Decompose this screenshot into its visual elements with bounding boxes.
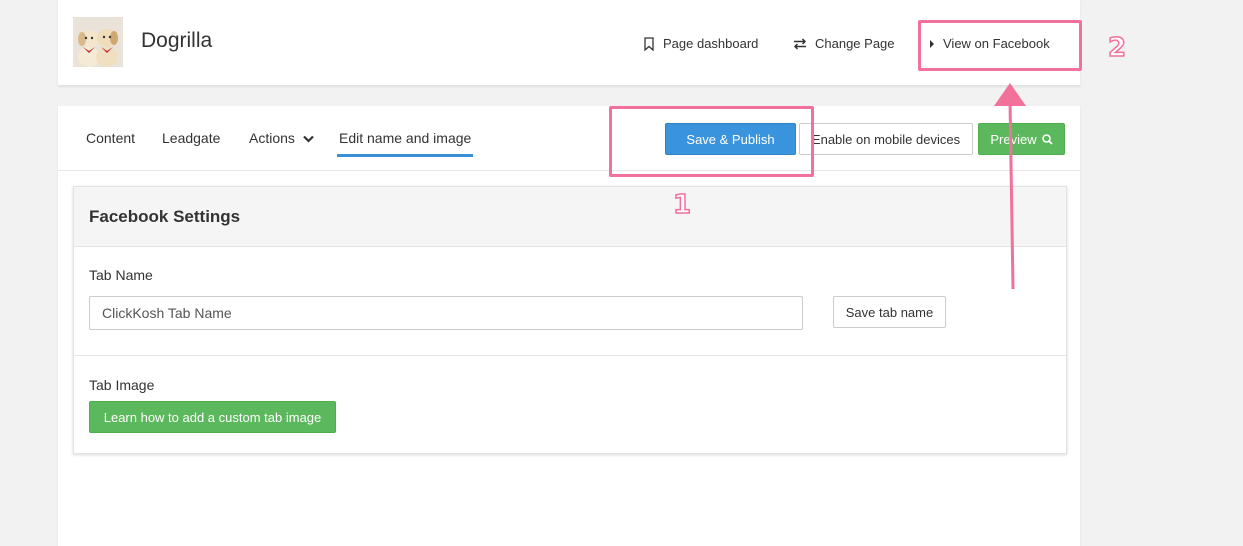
change-page-label: Change Page [815, 36, 895, 51]
annotation-box-1 [609, 106, 814, 177]
chevron-down-icon [303, 136, 314, 143]
editor-card: Content Leadgate Actions Edit name and i… [58, 106, 1080, 546]
editor-tabs-bar: Content Leadgate Actions Edit name and i… [58, 106, 1080, 171]
preview-label: Preview [990, 131, 1037, 147]
section-divider [74, 355, 1066, 356]
annotation-number-1: 1 [672, 189, 692, 221]
tab-image-label: Tab Image [89, 377, 155, 393]
facebook-settings-panel: Facebook Settings Tab Name Save tab name… [73, 186, 1067, 454]
tab-name-label: Tab Name [89, 267, 153, 283]
save-tab-name-button[interactable]: Save tab name [833, 296, 946, 328]
tab-content-label: Content [86, 130, 136, 146]
tab-actions-label: Actions [249, 130, 295, 146]
tab-name-input[interactable] [89, 296, 803, 330]
learn-custom-tab-image-button[interactable]: Learn how to add a custom tab image [89, 401, 336, 433]
page-dashboard-link[interactable]: Page dashboard [643, 36, 758, 51]
enable-mobile-button[interactable]: Enable on mobile devices [799, 123, 973, 155]
page-name: Dogrilla [141, 29, 213, 52]
swap-arrows-icon [793, 37, 807, 50]
facebook-settings-header: Facebook Settings [74, 187, 1066, 247]
preview-button[interactable]: Preview [978, 123, 1065, 155]
tab-leadgate-label: Leadgate [162, 130, 221, 146]
annotation-box-2 [918, 20, 1082, 71]
tab-edit-name-and-image[interactable]: Edit name and image [336, 130, 474, 157]
bookmark-icon [644, 36, 654, 51]
tab-actions-dropdown[interactable]: Actions [249, 130, 314, 146]
change-page-link[interactable]: Change Page [793, 36, 895, 51]
tab-leadgate[interactable]: Leadgate [162, 130, 220, 146]
page-avatar [73, 17, 123, 67]
annotation-number-2: 2 [1107, 32, 1127, 64]
tab-content[interactable]: Content [86, 130, 135, 146]
search-icon [1041, 133, 1053, 145]
facebook-settings-title: Facebook Settings [89, 207, 241, 226]
page-dashboard-label: Page dashboard [663, 36, 759, 51]
tab-edit-name-label: Edit name and image [339, 130, 472, 146]
